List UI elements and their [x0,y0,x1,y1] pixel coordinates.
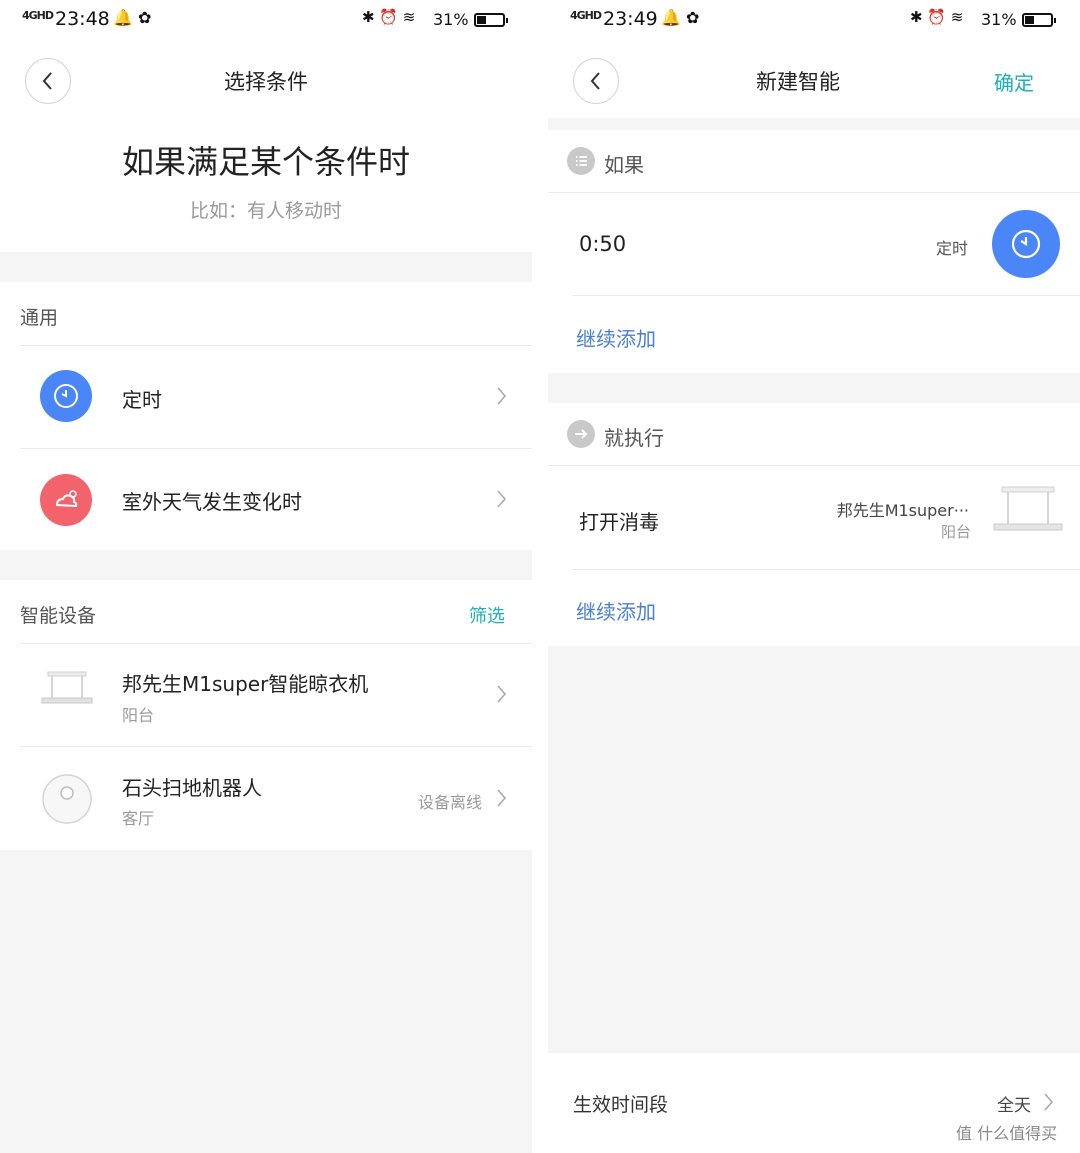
status-time: 23:49 [603,8,658,30]
add-action-button[interactable]: 继续添加 [576,596,656,625]
add-condition-button[interactable]: 继续添加 [576,323,656,352]
status-bar: 4GHD 23:48 🔔 ✿ ✱ ⏰ ≋ 31% [0,0,532,44]
clock-icon [992,210,1060,278]
notification-icons: 🔔 ✿ [113,8,152,27]
then-label: 就执行 [604,426,664,450]
divider [572,295,1080,296]
action-row[interactable]: 打开消毒 邦先生M1super··· 阳台 [548,466,1080,569]
battery-icon [474,13,508,27]
divider [572,569,1080,570]
signal-icon: 4GHD [570,9,602,22]
page-title: 选择条件 [224,70,308,94]
list-icon [567,147,595,175]
status-bar: 4GHD 23:49 🔔 ✿ ✱ ⏰ ≋ 31% [548,0,1080,44]
condition-item-timer[interactable]: 定时 [0,346,532,448]
right-screen: 4GHD 23:49 🔔 ✿ ✱ ⏰ ≋ 31% 新建智能 确定 如果 0:50… [548,0,1080,1153]
device-room: 客厅 [122,809,155,828]
chevron-right-icon [1044,1093,1054,1111]
condition-heading: 如果满足某个条件时 [121,143,410,181]
bluetooth-alarm-wifi-icons: ✱ ⏰ ≋ [910,8,964,26]
notification-icons: 🔔 ✿ [661,8,700,27]
effective-period-label: 生效时间段 [573,1094,669,1116]
condition-item-weather[interactable]: 室外天气发生变化时 [0,449,532,550]
clothes-dryer-icon [41,671,93,704]
bluetooth-alarm-wifi-icons: ✱ ⏰ ≋ [362,8,416,26]
battery-icon [1022,13,1056,27]
clock-icon [40,370,92,422]
section-label-general: 通用 [20,307,59,329]
action-label: 打开消毒 [579,510,659,534]
arrow-right-icon [567,420,595,448]
filter-button[interactable]: 筛选 [469,602,505,628]
section-label-devices: 智能设备 [20,605,97,627]
condition-label: 定时 [122,388,162,412]
condition-label: 室外天气发生变化时 [122,490,302,514]
if-label: 如果 [604,153,644,177]
device-name: 邦先生M1super智能晾衣机 [122,672,369,696]
chevron-right-icon [497,789,507,807]
action-device-room: 阳台 [940,523,971,541]
condition-time: 0:50 [579,232,627,256]
signal-icon: 4GHD [22,9,54,22]
clothes-dryer-icon [993,486,1063,531]
condition-example: 比如：有人移动时 [189,200,342,222]
device-room: 阳台 [122,706,155,725]
chevron-right-icon [497,387,507,405]
watermark: 值 什么值得买 [952,1118,1062,1146]
device-name: 石头扫地机器人 [122,776,262,800]
confirm-button[interactable]: 确定 [994,67,1034,96]
effective-period-value: 全天 [997,1096,1031,1116]
battery-percent: 31% [433,10,469,29]
chevron-right-icon [497,490,507,508]
chevron-right-icon [497,685,507,703]
device-status: 设备离线 [418,793,483,812]
condition-row[interactable]: 0:50 定时 [548,193,1080,295]
condition-type: 定时 [936,239,969,258]
left-screen: 4GHD 23:48 🔔 ✿ ✱ ⏰ ≋ 31% 选择条件 如果满足某个条件时 … [0,0,532,1153]
robot-vacuum-icon [42,774,92,824]
device-item-robot-vacuum[interactable]: 石头扫地机器人 客厅 设备离线 [0,747,532,850]
device-item-clothes-dryer[interactable]: 邦先生M1super智能晾衣机 阳台 [0,644,532,746]
page-title: 新建智能 [756,70,840,94]
status-time: 23:48 [55,8,110,30]
battery-percent: 31% [981,10,1017,29]
action-device: 邦先生M1super··· [836,501,969,520]
weather-icon [40,474,92,526]
